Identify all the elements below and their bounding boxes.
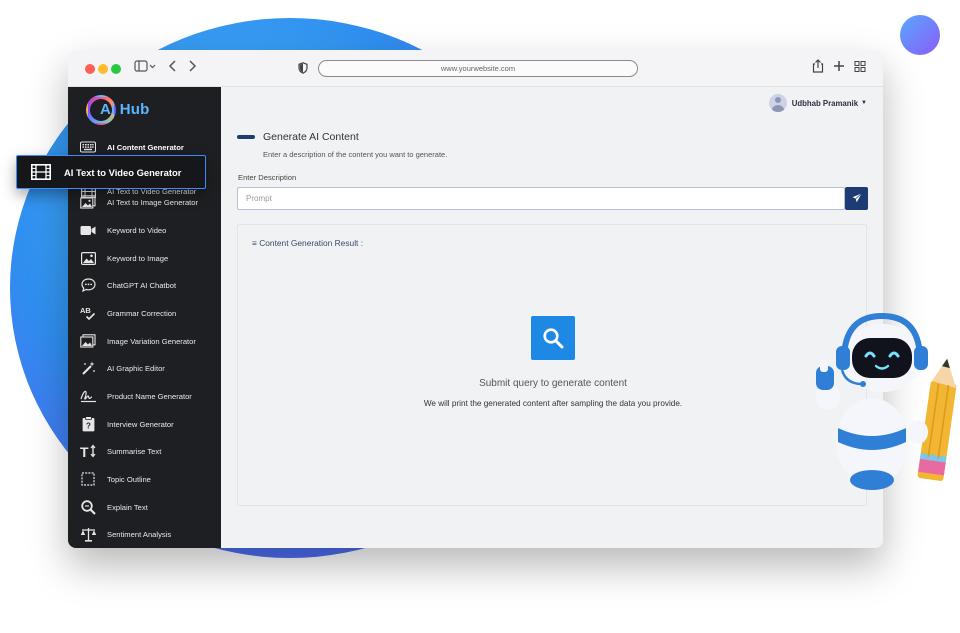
sidebar-item-label: ChatGPT AI Chatbot: [107, 280, 177, 290]
result-title: ≡ Content Generation Result :: [252, 238, 364, 248]
sidebar-item-image-variation-generator[interactable]: Image Variation Generator: [68, 329, 221, 353]
picture-icon: [79, 249, 97, 267]
magic-wand-icon: [79, 359, 97, 377]
user-menu[interactable]: Udbhab Pramanik ▼: [768, 93, 867, 113]
forward-arrow-icon[interactable]: [187, 59, 197, 77]
sidebar-item-label: Interview Generator: [107, 419, 174, 429]
sidebar-item-ai-text-to-image-generator[interactable]: AI Text to Image Generator: [68, 190, 221, 214]
signature-icon: [79, 387, 97, 405]
robot-mascot-illustration: [806, 310, 960, 500]
page-title: Generate AI Content: [263, 131, 359, 143]
stage: www.yourwebsite.com Ai Hub AI Content Ge…: [0, 0, 960, 633]
sidebar-item-keyword-to-image[interactable]: Keyword to Image: [68, 246, 221, 270]
empty-state-subtitle: We will print the generated content afte…: [423, 399, 683, 408]
highlighted-sidebar-item-ai-text-to-video-generator[interactable]: AI Text to Video Generator: [16, 155, 206, 189]
share-icon[interactable]: [812, 59, 824, 77]
back-arrow-icon[interactable]: [168, 59, 178, 77]
title-accent-bar: [237, 135, 255, 139]
avatar: [768, 94, 787, 112]
sidebar-item-topic-outline[interactable]: Topic Outline: [68, 467, 221, 491]
sidebar-item-label: Product Name Generator: [107, 391, 192, 401]
minimize-window-button[interactable]: [98, 64, 108, 74]
user-name: Udbhab Pramanik: [791, 98, 859, 108]
sidebar-item-summarise-text[interactable]: T Summarise Text: [68, 439, 221, 463]
description-label: Enter Description: [238, 173, 297, 182]
sidebar-item-label: Grammar Correction: [107, 308, 177, 318]
browser-titlebar: www.yourwebsite.com: [68, 50, 883, 87]
text-size-icon: T: [79, 442, 97, 460]
sidebar-item-label: AI Graphic Editor: [107, 363, 165, 373]
image-icon: [79, 193, 97, 211]
scale-icon: [79, 525, 97, 543]
page-subtitle: Enter a description of the content you w…: [263, 150, 448, 159]
new-tab-plus-icon[interactable]: [833, 59, 845, 77]
sidebar-item-grammar-correction[interactable]: AB Grammar Correction: [68, 301, 221, 325]
send-button[interactable]: [845, 187, 868, 210]
sidebar-item-product-name-generator[interactable]: Product Name Generator: [68, 384, 221, 408]
clipboard-question-icon: ?: [79, 415, 97, 433]
sidebar-item-label: Summarise Text: [107, 446, 162, 456]
chevron-down-icon: ▼: [861, 100, 867, 106]
spellcheck-icon: AB: [79, 304, 97, 322]
sidebar-item-explain-text[interactable]: Explain Text: [68, 495, 221, 519]
keyboard-icon: [79, 138, 97, 156]
sidebar-item-label: Keyword to Image: [107, 253, 169, 263]
sidebar-item-label: Topic Outline: [107, 474, 151, 484]
logo-text: Ai Hub: [100, 101, 150, 118]
background-dot: [900, 15, 940, 55]
sidebar-item-label: Keyword to Video: [107, 225, 167, 235]
svg-text:T: T: [80, 444, 89, 458]
sidebar-item-label: AI Text to Image Generator: [107, 197, 199, 207]
svg-text:AB: AB: [80, 306, 91, 315]
browser-window: www.yourwebsite.com Ai Hub AI Content Ge…: [68, 50, 883, 548]
sidebar-item-chatgpt-ai-chatbot[interactable]: ChatGPT AI Chatbot: [68, 273, 221, 297]
close-window-button[interactable]: [85, 64, 95, 74]
tab-overview-icon[interactable]: [854, 59, 866, 77]
main-content: Udbhab Pramanik ▼ Generate AI Content En…: [221, 87, 883, 548]
photo-library-icon: [79, 332, 97, 350]
zoom-text-icon: [79, 498, 97, 516]
search-icon: [531, 316, 575, 360]
maximize-window-button[interactable]: [111, 64, 121, 74]
prompt-input[interactable]: [237, 187, 845, 210]
svg-text:?: ?: [86, 422, 91, 431]
video-camera-icon: [79, 221, 97, 239]
sidebar-toggle-icon[interactable]: [134, 59, 156, 77]
sidebar-item-label: Image Variation Generator: [107, 336, 196, 346]
result-panel: ≡ Content Generation Result : Submit que…: [237, 224, 867, 506]
sidebar-item-ai-graphic-editor[interactable]: AI Graphic Editor: [68, 356, 221, 380]
chat-bubble-icon: [79, 276, 97, 294]
sidebar-item-label: Sentiment Analysis: [107, 529, 172, 539]
highlighted-item-label: AI Text to Video Generator: [64, 166, 182, 178]
sidebar-item-label: AI Content Generator: [107, 142, 184, 152]
sidebar-item-interview-generator[interactable]: ? Interview Generator: [68, 412, 221, 436]
outline-box-icon: [79, 470, 97, 488]
send-icon: [852, 191, 862, 206]
empty-state-title: Submit query to generate content: [479, 378, 627, 389]
shield-icon: [298, 61, 308, 74]
film-icon: [30, 161, 52, 183]
pencil-icon: [917, 358, 957, 481]
sidebar-item-keyword-to-video[interactable]: Keyword to Video: [68, 218, 221, 242]
address-bar[interactable]: www.yourwebsite.com: [318, 60, 638, 77]
sidebar-item-label: Explain Text: [107, 502, 148, 512]
sidebar-item-sentiment-analysis[interactable]: Sentiment Analysis: [68, 522, 221, 546]
